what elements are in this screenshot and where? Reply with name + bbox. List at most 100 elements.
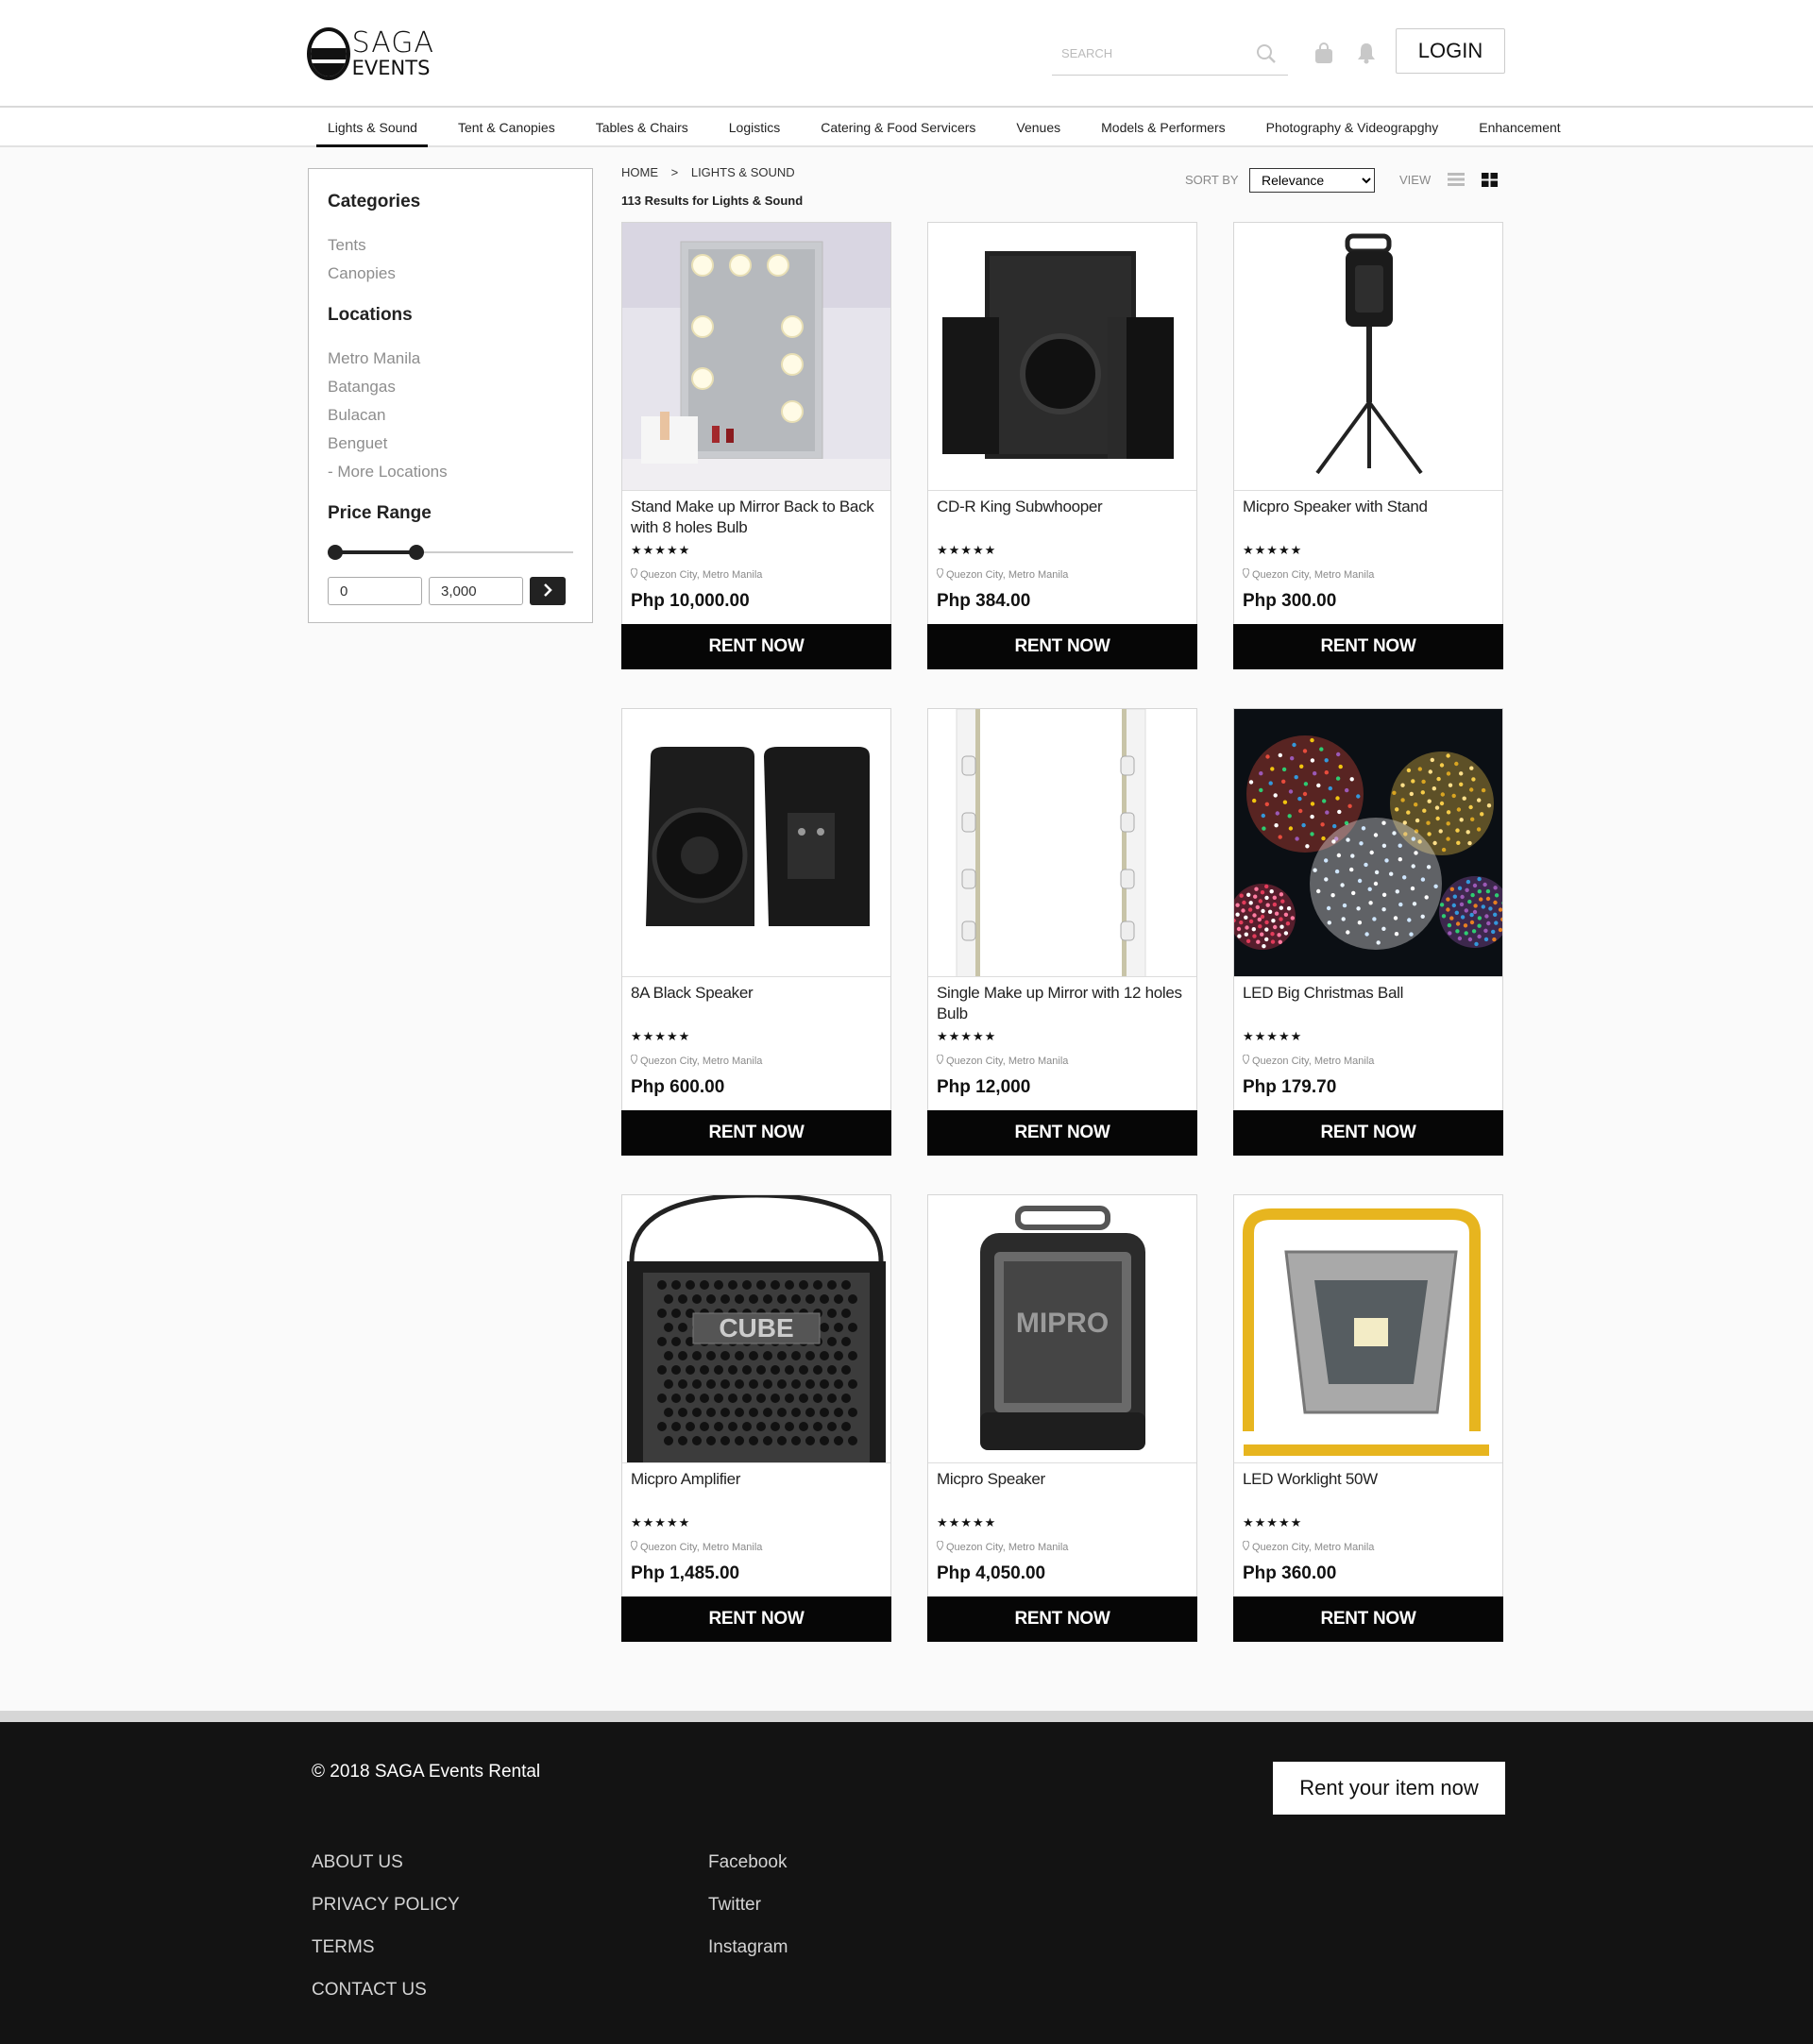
location-pin-icon [631, 1541, 637, 1550]
logo-mark-icon [307, 27, 350, 80]
price-max-input[interactable] [429, 577, 523, 605]
nav-tab-lights-sound[interactable]: Lights & Sound [316, 108, 428, 147]
location-text: Quezon City, Metro Manila [640, 1542, 763, 1553]
rent-now-button[interactable]: RENT NOW [621, 1596, 891, 1642]
breadcrumb: HOME > LIGHTS & SOUND [621, 165, 805, 179]
product-image-vanity-mirror[interactable] [622, 223, 890, 491]
location-text: Quezon City, Metro Manila [1252, 1056, 1375, 1067]
social-link-facebook[interactable]: Facebook [708, 1841, 788, 1884]
breadcrumb-current[interactable]: LIGHTS & SOUND [691, 165, 795, 179]
product-card[interactable]: LED Big Christmas Ball ★★★★★ Quezon City… [1233, 708, 1503, 1156]
product-image-portable-speaker[interactable]: MIPRO [928, 1195, 1196, 1463]
rating-stars-icon: ★★★★★ [631, 1515, 691, 1529]
rent-your-item-button[interactable]: Rent your item now [1273, 1762, 1505, 1815]
notification-bell-icon[interactable] [1356, 42, 1377, 64]
price-range-slider[interactable] [328, 545, 573, 560]
product-title[interactable]: Micpro Speaker [937, 1469, 1188, 1490]
product-image-amplifier[interactable]: CUBE [622, 1195, 890, 1463]
product-image-subwoofer[interactable] [928, 223, 1196, 491]
product-image-single-mirror[interactable] [928, 709, 1196, 977]
range-handle-min[interactable] [328, 545, 343, 560]
social-link-instagram[interactable]: Instagram [708, 1926, 788, 1968]
product-card[interactable]: MIPRO Micpro Speaker ★★★★★ Quezon City, … [927, 1194, 1197, 1642]
product-price: Php 12,000 [937, 1077, 1031, 1097]
product-title[interactable]: Stand Make up Mirror Back to Back with 8… [631, 497, 882, 538]
rent-now-button[interactable]: RENT NOW [1233, 624, 1503, 669]
grid-view-icon[interactable] [1482, 173, 1498, 187]
price-range-heading: Price Range [328, 503, 432, 523]
rating-stars-icon: ★★★★★ [1243, 1029, 1303, 1043]
product-image-worklight[interactable] [1234, 1195, 1502, 1463]
product-card[interactable]: Stand Make up Mirror Back to Back with 8… [621, 222, 891, 669]
social-link-twitter[interactable]: Twitter [708, 1884, 788, 1926]
location-text: Quezon City, Metro Manila [946, 569, 1069, 581]
product-card[interactable]: CD-R King Subwhooper ★★★★★ Quezon City, … [927, 222, 1197, 669]
product-card[interactable]: LED Worklight 50W ★★★★★ Quezon City, Met… [1233, 1194, 1503, 1642]
category-nav: Lights & Sound Tent & Canopies Tables & Ch… [0, 108, 1813, 147]
breadcrumb-home[interactable]: HOME [621, 165, 658, 179]
price-min-input[interactable] [328, 577, 422, 605]
footer-link-terms[interactable]: TERMS [312, 1926, 460, 1968]
rent-now-button[interactable]: RENT NOW [621, 1110, 891, 1156]
rent-now-button[interactable]: RENT NOW [1233, 1110, 1503, 1156]
location-text: Quezon City, Metro Manila [946, 1056, 1069, 1067]
product-image-speaker-stand[interactable] [1234, 223, 1502, 491]
nav-tab-enhancement[interactable]: Enhancement [1468, 108, 1570, 147]
rent-now-button[interactable]: RENT NOW [927, 1110, 1197, 1156]
shopping-bag-icon[interactable] [1313, 42, 1334, 64]
rating-stars-icon: ★★★★★ [937, 543, 997, 557]
product-title[interactable]: CD-R King Subwhooper [937, 497, 1188, 517]
nav-tab-models-performers[interactable]: Models & Performers [1091, 108, 1235, 147]
search-bar [1052, 34, 1288, 76]
chevron-right-icon [544, 583, 552, 597]
search-input[interactable] [1052, 34, 1250, 72]
product-title[interactable]: LED Big Christmas Ball [1243, 983, 1494, 1004]
product-title[interactable]: Micpro Amplifier [631, 1469, 882, 1490]
nav-tab-venues[interactable]: Venues [1006, 108, 1071, 147]
rent-now-button[interactable]: RENT NOW [927, 1596, 1197, 1642]
rating-stars-icon: ★★★★★ [1243, 1515, 1303, 1529]
product-title[interactable]: 8A Black Speaker [631, 983, 882, 1004]
product-image-christmas-balls[interactable] [1234, 709, 1502, 977]
footer-link-privacy-policy[interactable]: PRIVACY POLICY [312, 1884, 460, 1926]
product-card[interactable]: CUBE Micpro Amplifier ★★★★★ Quezon City,… [621, 1194, 891, 1642]
product-location: Quezon City, Metro Manila [1243, 1055, 1374, 1067]
svg-text:MIPRO: MIPRO [1016, 1308, 1109, 1339]
nav-tab-tables-chairs[interactable]: Tables & Chairs [585, 108, 699, 147]
sort-select[interactable]: Relevance [1249, 168, 1375, 193]
nav-tab-tent-canopies[interactable]: Tent & Canopies [448, 108, 566, 147]
location-link-more-locations[interactable]: - More Locations [328, 458, 573, 486]
range-handle-max[interactable] [409, 545, 425, 560]
location-text: Quezon City, Metro Manila [946, 1542, 1069, 1553]
rent-now-button[interactable]: RENT NOW [621, 624, 891, 669]
product-card[interactable]: 8A Black Speaker ★★★★★ Quezon City, Metr… [621, 708, 891, 1156]
product-location: Quezon City, Metro Manila [631, 568, 762, 581]
brand-logo[interactable]: SAGA EVENTS [307, 26, 434, 81]
rent-now-button[interactable]: RENT NOW [927, 624, 1197, 669]
search-icon[interactable] [1256, 43, 1277, 64]
location-link-benguet[interactable]: Benguet [328, 430, 573, 458]
product-card[interactable]: Single Make up Mirror with 12 holes Bulb… [927, 708, 1197, 1156]
rent-now-button[interactable]: RENT NOW [1233, 1596, 1503, 1642]
list-view-icon[interactable] [1448, 173, 1465, 186]
filter-sidebar: Categories Tents Canopies Locations Metro… [308, 168, 593, 623]
location-link-metro-manila[interactable]: Metro Manila [328, 345, 573, 373]
category-link-tents[interactable]: Tents [328, 231, 573, 260]
location-link-batangas[interactable]: Batangas [328, 373, 573, 401]
product-title[interactable]: LED Worklight 50W [1243, 1469, 1494, 1490]
footer-link-about-us[interactable]: ABOUT US [312, 1841, 460, 1884]
product-image-pa-speaker[interactable] [622, 709, 890, 977]
product-title[interactable]: Micpro Speaker with Stand [1243, 497, 1494, 517]
location-link-bulacan[interactable]: Bulacan [328, 401, 573, 430]
nav-tab-photography-videograpghy[interactable]: Photography & Videograpghy [1256, 108, 1449, 147]
locations-heading: Locations [328, 305, 413, 325]
product-title[interactable]: Single Make up Mirror with 12 holes Bulb [937, 983, 1188, 1024]
category-link-canopies[interactable]: Canopies [328, 260, 573, 288]
footer-link-contact-us[interactable]: CONTACT US [312, 1968, 460, 2011]
login-button[interactable]: LOGIN [1396, 28, 1505, 74]
product-card[interactable]: Micpro Speaker with Stand ★★★★★ Quezon C… [1233, 222, 1503, 669]
apply-price-button[interactable] [530, 577, 566, 605]
nav-tab-logistics[interactable]: Logistics [719, 108, 790, 147]
nav-tab-catering-food-servicers[interactable]: Catering & Food Servicers [810, 108, 986, 147]
rating-stars-icon: ★★★★★ [937, 1029, 997, 1043]
